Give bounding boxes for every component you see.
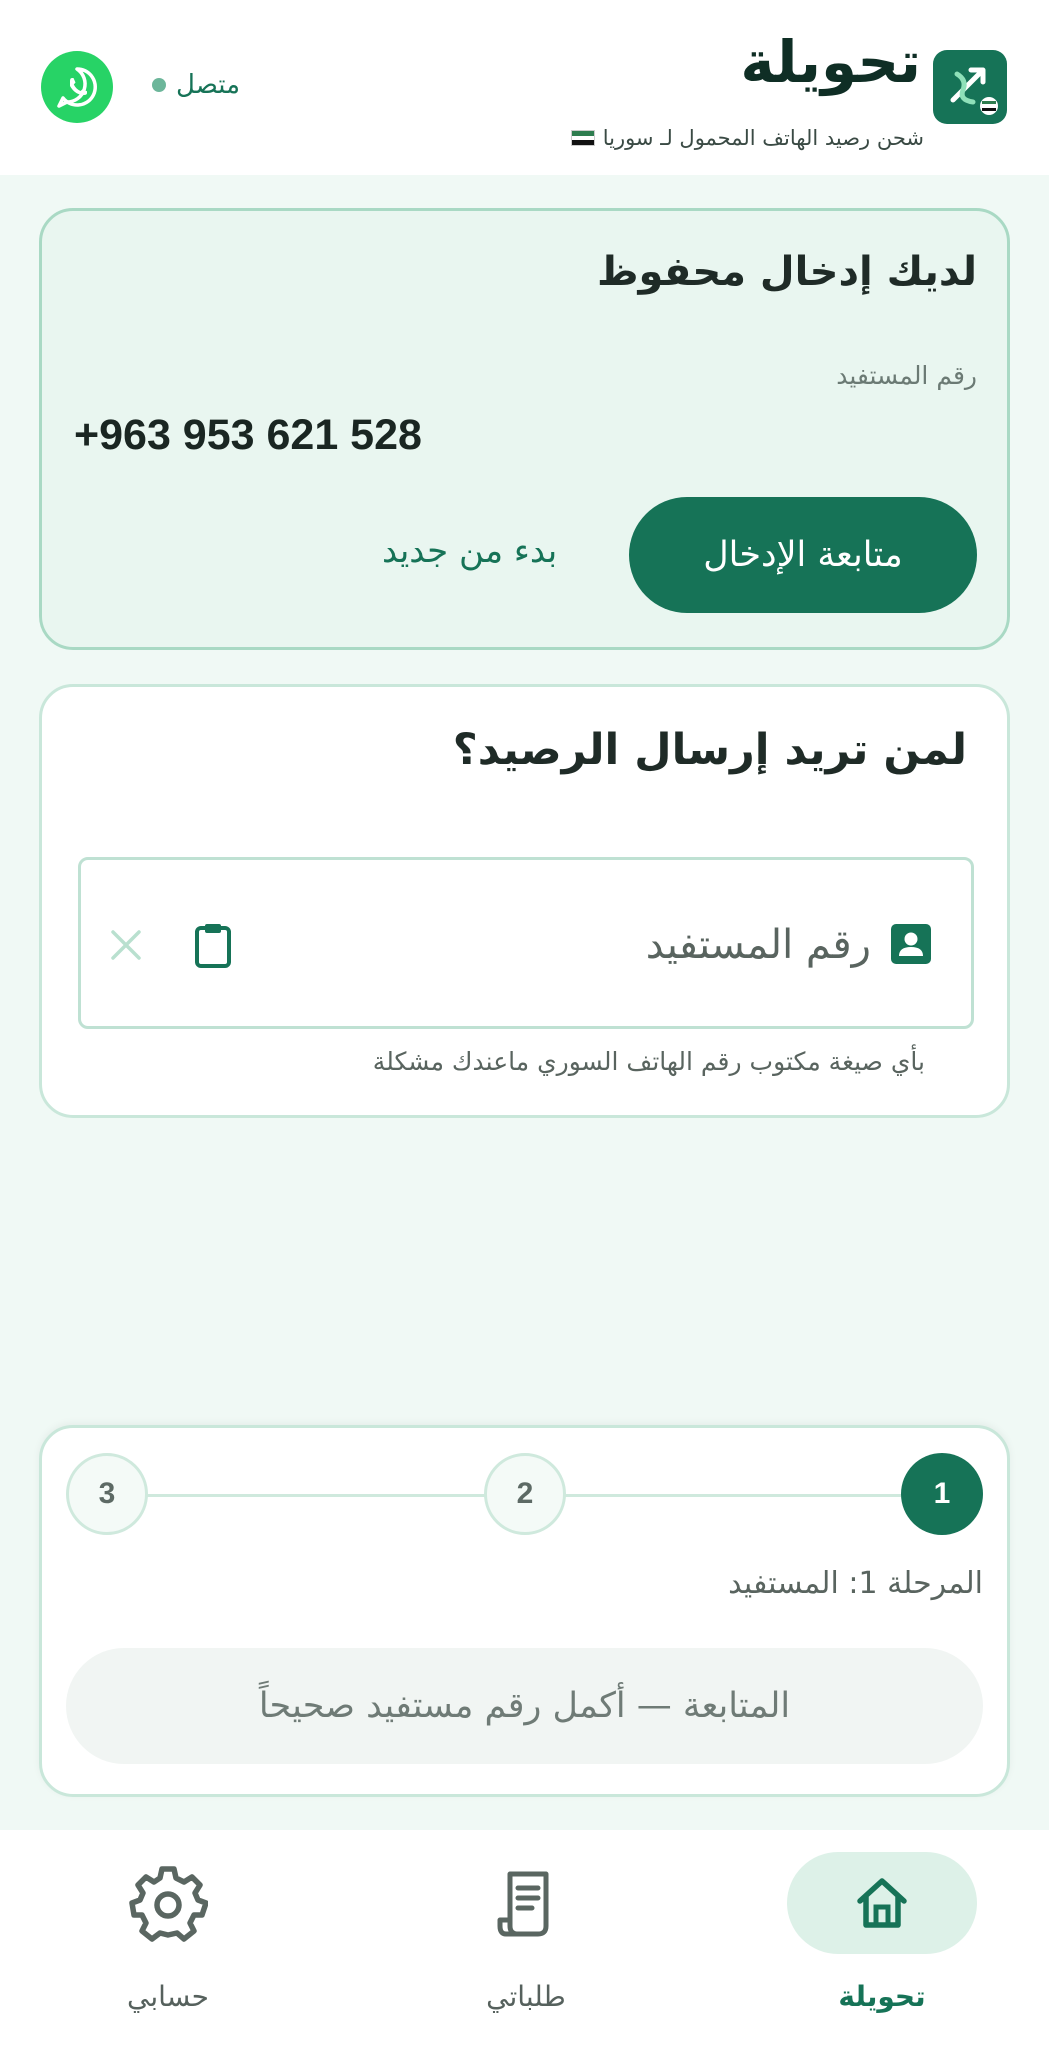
subtitle-text: شحن رصيد الهاتف المحمول لـ سوريا bbox=[602, 126, 924, 150]
beneficiary-phone-input[interactable] bbox=[411, 910, 871, 980]
stage-label: المرحلة 1: المستفيد bbox=[728, 1566, 983, 1601]
restart-button[interactable]: بدء من جديد bbox=[382, 531, 557, 571]
whatsapp-button[interactable] bbox=[41, 51, 113, 123]
app-logo bbox=[933, 50, 1007, 124]
nav-item-account[interactable]: حسابي bbox=[68, 1852, 268, 2032]
app-header: تحويلة شحن رصيد الهاتف المحمول لـ سوريا … bbox=[0, 0, 1049, 175]
saved-entry-card: لديك إدخال محفوظ رقم المستفيد +963 953 6… bbox=[39, 208, 1010, 650]
nav-label-account: حسابي bbox=[127, 1980, 209, 2013]
step-2: 2 bbox=[484, 1453, 566, 1535]
beneficiary-label: رقم المستفيد bbox=[836, 361, 977, 390]
home-icon bbox=[857, 1878, 907, 1928]
beneficiary-phone-field[interactable] bbox=[78, 857, 974, 1029]
syria-flag-icon bbox=[570, 130, 595, 146]
paste-clipboard-icon[interactable] bbox=[193, 922, 233, 970]
nav-item-home[interactable]: تحويلة bbox=[782, 1852, 982, 2032]
status-dot-icon bbox=[152, 78, 166, 92]
saved-entry-title: لديك إدخال محفوظ bbox=[596, 249, 977, 295]
phone-format-hint: بأي صيغة مكتوب رقم الهاتف السوري ماعندك … bbox=[372, 1047, 925, 1076]
continue-entry-button[interactable]: متابعة الإدخال bbox=[629, 497, 977, 613]
nav-account-highlight bbox=[73, 1852, 263, 1954]
gear-icon bbox=[129, 1866, 208, 1942]
nav-item-orders[interactable]: طلباتي bbox=[426, 1852, 626, 2032]
proceed-button[interactable]: المتابعة — أكمل رقم مستفيد صحيحاً bbox=[66, 1648, 983, 1764]
bottom-navigation: تحويلة طلباتي حسابي bbox=[0, 1830, 1049, 2048]
clear-input-icon[interactable] bbox=[109, 928, 143, 962]
progress-card: 1 2 3 المرحلة 1: المستفيد المتابعة — أكم… bbox=[39, 1425, 1010, 1797]
recipient-card: لمن تريد إرسال الرصيد؟ بأي صيغة مكتوب رق… bbox=[39, 684, 1010, 1118]
nav-label-home: تحويلة bbox=[838, 1980, 926, 2013]
recipient-question: لمن تريد إرسال الرصيد؟ bbox=[452, 725, 967, 775]
nav-orders-highlight bbox=[431, 1852, 621, 1954]
step-3: 3 bbox=[66, 1453, 148, 1535]
saved-phone-number: +963 953 621 528 bbox=[74, 411, 422, 459]
app-subtitle: شحن رصيد الهاتف المحمول لـ سوريا bbox=[570, 126, 924, 150]
contact-icon bbox=[891, 924, 931, 964]
connection-status: متصل bbox=[152, 70, 240, 100]
status-text: متصل bbox=[176, 70, 241, 100]
whatsapp-icon bbox=[57, 67, 97, 108]
receipt-icon bbox=[497, 1871, 549, 1937]
nav-label-orders: طلباتي bbox=[486, 1980, 566, 2013]
nav-home-highlight bbox=[787, 1852, 977, 1954]
step-1: 1 bbox=[901, 1453, 983, 1535]
transfer-logo-icon bbox=[950, 67, 998, 115]
app-title: تحويلة bbox=[740, 28, 921, 96]
